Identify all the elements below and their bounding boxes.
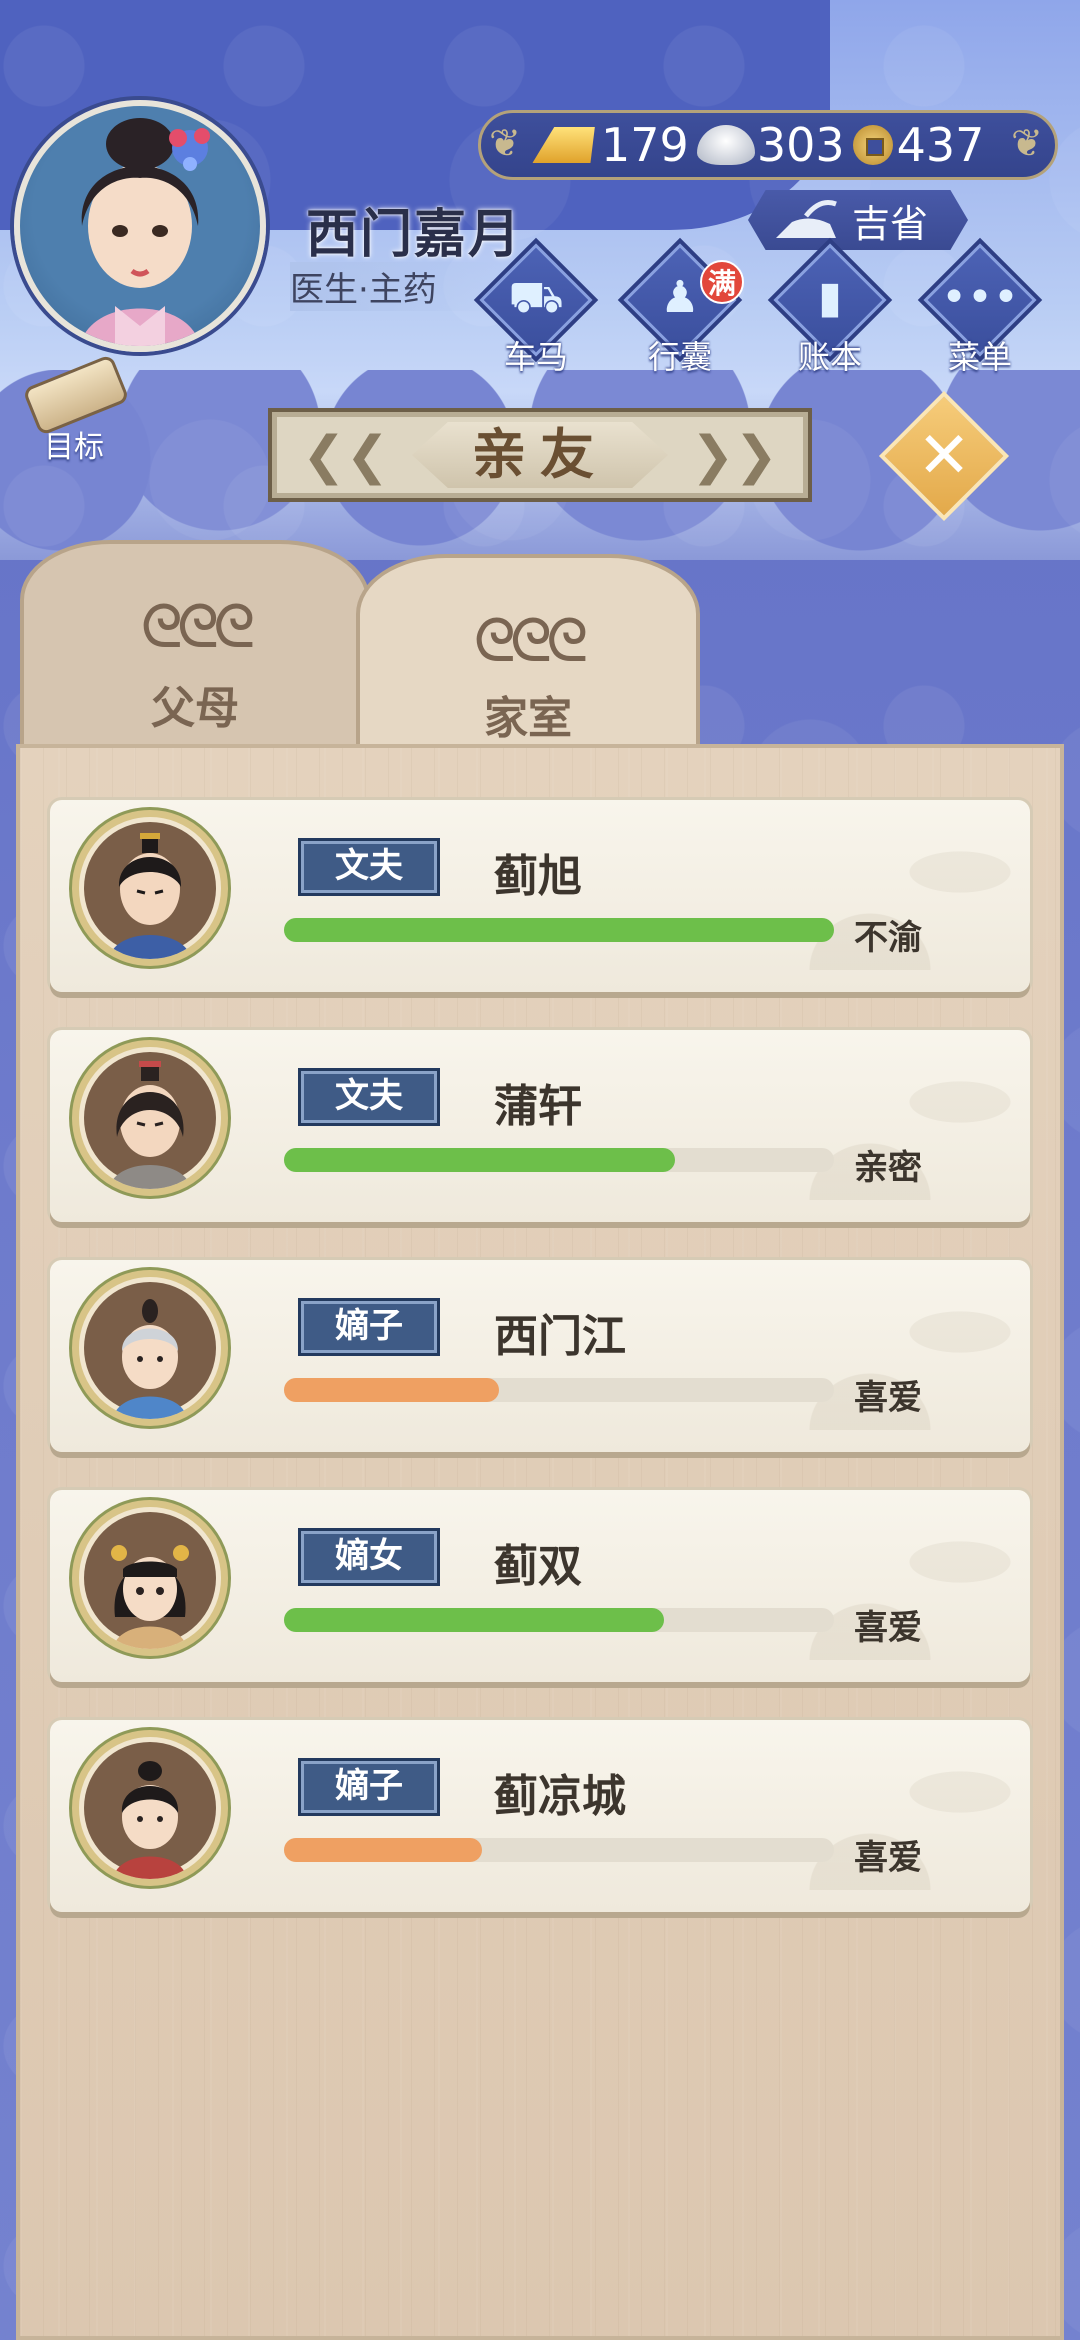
hairpin-ornament-icon [169,128,210,171]
member-name: 蒲轩 [494,1081,582,1132]
affinity-fill [284,1148,675,1172]
member-card[interactable]: 嫡子 蓟凉城 喜爱 [50,1720,1030,1912]
member-avatar[interactable] [72,1040,228,1196]
affinity-bar [284,1148,834,1172]
player-portrait-icon [80,118,200,346]
coin-value: 437 [896,118,985,172]
cloud-scroll-icon: ᘓᘓᘓ [140,592,256,662]
member-card[interactable]: 嫡子 西门江 喜爱 [50,1260,1030,1452]
nav-button-ledger[interactable]: ▮ 账本 [767,237,893,376]
goal-label: 目标 [44,430,104,465]
relation-tag: 文夫 [298,1068,440,1126]
gold-ingot-icon [532,127,603,163]
bamboo-right-icon: ❦ [1011,121,1043,165]
member-name: 蓟旭 [494,851,582,902]
affinity-bar [284,1378,834,1402]
ledger-icon: ▮ [817,272,843,323]
affinity-bar [284,1608,834,1632]
carriage-icon: ⛟ [508,272,564,323]
member-avatar[interactable] [72,1270,228,1426]
affinity-label: 不渝 [854,918,922,958]
silver-value: 303 [756,118,845,172]
member-card[interactable]: 文夫 蓟旭 不渝 [50,800,1030,992]
affinity-fill [284,918,834,942]
nav-label: 菜单 [947,338,1012,376]
affinity-fill [284,1378,499,1402]
affinity-fill [284,1838,482,1862]
nav-button-bag[interactable]: ♟ 满 行囊 [617,237,744,376]
member-name: 蓟双 [494,1541,582,1592]
silver-ingot-icon [696,125,755,165]
player-role: 医生·主药 [290,262,497,311]
goal-button[interactable]: 目标 [14,353,134,465]
son-portrait-icon [84,1742,216,1879]
relation-tag: 嫡子 [298,1758,440,1816]
silver-currency[interactable]: 303 [696,118,845,172]
status-text: 吉省 [851,201,928,246]
nav-label: 账本 [797,338,862,376]
menu-dots-icon: ••• [941,272,1019,323]
member-card[interactable]: 文夫 蒲轩 亲密 [50,1030,1030,1222]
member-avatar[interactable] [72,810,228,966]
affinity-label: 亲密 [854,1148,922,1188]
son-portrait-icon [84,1282,216,1419]
gold-value: 179 [601,118,689,172]
affinity-fill [284,1608,664,1632]
relation-tag: 嫡子 [298,1298,440,1356]
close-icon: ✕ [917,419,971,493]
husband-portrait-icon [84,1052,216,1189]
member-name: 西门江 [494,1311,626,1362]
affinity-bar [284,918,834,942]
title-plaque: ❮❮ 亲友 ❯❯ [268,408,812,502]
chevron-right-decor-icon: ❯❯ [690,426,778,486]
member-avatar[interactable] [72,1500,228,1656]
affinity-label: 喜爱 [854,1378,922,1418]
coin-currency[interactable]: 437 [852,118,985,172]
affinity-label: 喜爱 [854,1838,922,1878]
copper-coin-icon [852,125,893,165]
tab-label: 家室 [484,693,572,744]
chevron-left-decor-icon: ❮❮ [302,426,390,486]
affinity-bar [284,1838,834,1862]
currency-bar: ❦ 179 303 437 ❦ [478,110,1058,180]
relation-tag: 嫡女 [298,1528,440,1586]
bag-full-badge: 满 [700,260,744,304]
status-pill[interactable]: 吉省 [748,190,968,250]
nav-label: 行囊 [647,338,712,376]
daughter-portrait-icon [84,1512,216,1649]
affinity-label: 喜爱 [854,1608,922,1648]
page-title: 亲友 [412,422,668,488]
gold-currency[interactable]: 179 [539,118,689,172]
cloud-scroll-icon: ᘓᘓᘓ [473,606,589,676]
member-name: 蓟凉城 [494,1771,626,1822]
tab-label: 父母 [151,683,239,734]
relation-tag: 文夫 [298,838,440,896]
nav-label: 车马 [503,338,568,376]
player-avatar[interactable] [14,100,266,352]
member-card[interactable]: 嫡女 蓟双 喜爱 [50,1490,1030,1682]
nav-button-carriage[interactable]: ⛟ 车马 [473,237,599,376]
nav-button-menu[interactable]: ••• 菜单 [917,237,1043,376]
member-avatar[interactable] [72,1730,228,1886]
bamboo-left-icon: ❦ [489,121,521,165]
husband-portrait-icon [84,822,216,959]
